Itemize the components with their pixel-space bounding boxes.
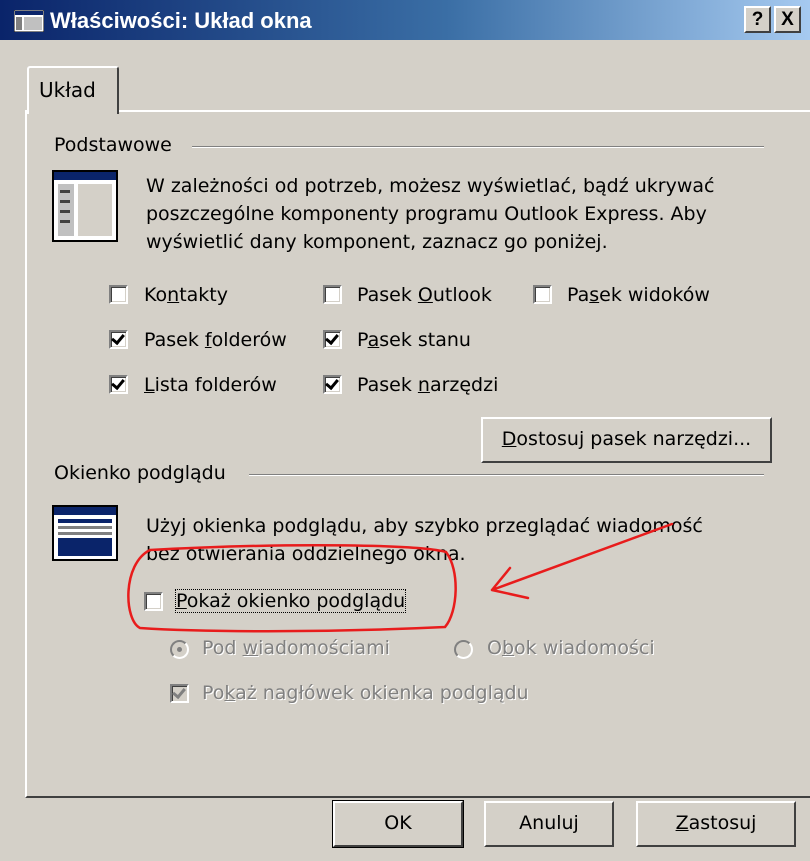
folder-list-checkbox[interactable] xyxy=(109,375,128,394)
below-messages-radio[interactable] xyxy=(170,640,189,659)
beside-messages-radio[interactable] xyxy=(454,640,473,659)
basic-description-line: poszczególne komponenty programu Outlook… xyxy=(146,203,707,225)
window-icon xyxy=(14,10,44,32)
beside-messages-label[interactable]: Obok wiadomości xyxy=(487,637,655,659)
views-bar-checkbox[interactable] xyxy=(533,285,552,304)
toolbar-checkbox[interactable] xyxy=(323,375,342,394)
cancel-button[interactable]: Anuluj xyxy=(484,801,614,847)
tab-layout-label: Układ xyxy=(39,78,96,102)
preview-description-line: Użyj okienka podglądu, aby szybko przegl… xyxy=(146,515,703,537)
show-preview-checkbox[interactable] xyxy=(144,592,163,611)
folder-bar-label[interactable]: Pasek folderów xyxy=(144,329,287,351)
layout-icon xyxy=(52,170,118,242)
preview-description-line: bez otwierania oddzielnego okna. xyxy=(146,543,466,565)
show-header-checkbox[interactable] xyxy=(170,684,189,703)
status-bar-label[interactable]: Pasek stanu xyxy=(357,329,471,351)
folder-bar-checkbox[interactable] xyxy=(109,330,128,349)
outlook-bar-label[interactable]: Pasek Outlook xyxy=(357,284,492,306)
preview-pane-icon xyxy=(52,505,118,561)
close-button[interactable]: X xyxy=(774,6,801,33)
customize-toolbar-button[interactable]: Dostosuj pasek narzędzi... xyxy=(481,417,772,463)
preview-group-title: Okienko podglądu xyxy=(54,462,226,484)
basic-description: W zależności od potrzeb, możesz wyświetl… xyxy=(146,172,715,256)
status-bar-checkbox[interactable] xyxy=(323,330,342,349)
preview-description: Użyj okienka podglądu, aby szybko przegl… xyxy=(146,512,703,568)
contacts-checkbox[interactable] xyxy=(109,285,128,304)
preview-group-divider xyxy=(249,474,764,476)
tab-layout[interactable]: Układ xyxy=(27,66,119,114)
show-header-label[interactable]: Pokaż nagłówek okienka podglądu xyxy=(202,682,529,704)
toolbar-label[interactable]: Pasek narzędzi xyxy=(357,374,498,396)
ok-button[interactable]: OK xyxy=(332,800,464,848)
basic-group-title: Podstawowe xyxy=(54,134,172,156)
folder-list-label[interactable]: Lista folderów xyxy=(144,374,277,396)
apply-button[interactable]: Zastosuj xyxy=(636,801,796,847)
contacts-label[interactable]: Kontakty xyxy=(144,284,228,306)
window-title: Właściwości: Układ okna xyxy=(50,8,312,33)
views-bar-label[interactable]: Pasek widoków xyxy=(567,284,710,306)
title-bar[interactable]: Właściwości: Układ okna ? X xyxy=(0,0,810,40)
basic-description-line: wyświetlić dany komponent, zaznacz go po… xyxy=(146,231,608,253)
basic-group-divider xyxy=(192,146,764,148)
help-button[interactable]: ? xyxy=(744,6,771,33)
basic-description-line: W zależności od potrzeb, możesz wyświetl… xyxy=(146,175,715,197)
outlook-bar-checkbox[interactable] xyxy=(323,285,342,304)
below-messages-label[interactable]: Pod wiadomościami xyxy=(202,637,390,659)
show-preview-label[interactable]: Pokaż okienko podglądu xyxy=(174,589,407,613)
